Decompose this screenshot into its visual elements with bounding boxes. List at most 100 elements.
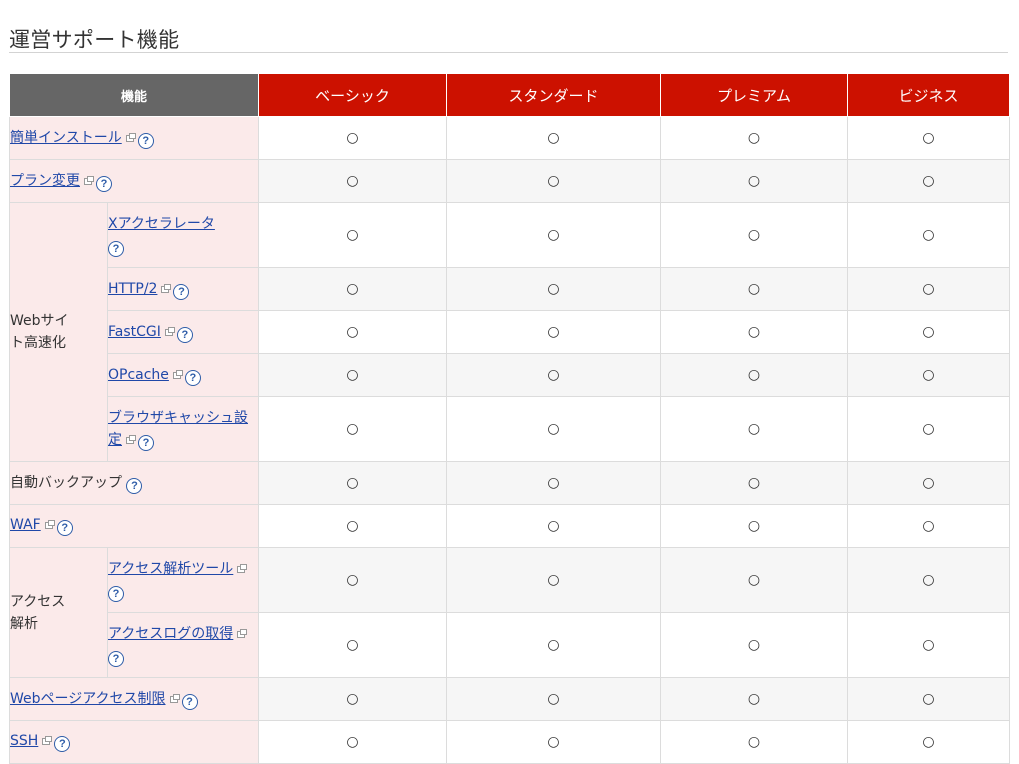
external-link-icon bbox=[42, 735, 53, 745]
availability-mark: ○ bbox=[446, 677, 662, 721]
availability-mark: ○ bbox=[847, 116, 1011, 160]
table-row: OPcache? ○ ○ ○ ○ bbox=[10, 353, 1011, 397]
column-header-premium: プレミアム bbox=[660, 73, 849, 117]
table-row: SSH? ○ ○ ○ ○ bbox=[8, 720, 1011, 764]
feature-link-access-analysis-tool[interactable]: アクセス解析ツール bbox=[108, 561, 233, 577]
feature-link-ssh[interactable]: SSH bbox=[10, 733, 38, 749]
feature-cell: プラン変更? bbox=[8, 159, 260, 203]
availability-mark: ○ bbox=[847, 202, 1011, 268]
table-row: Webサイト高速化 Xアクセラレータ? ○ ○ ○ ○ bbox=[9, 202, 1011, 462]
external-link-icon bbox=[44, 519, 55, 529]
availability-mark: ○ bbox=[660, 612, 849, 678]
availability-mark: ○ bbox=[258, 116, 448, 160]
availability-mark: ○ bbox=[446, 461, 662, 505]
availability-mark: ○ bbox=[660, 202, 849, 268]
table-row: Webページアクセス制限? ○ ○ ○ ○ bbox=[8, 677, 1011, 721]
availability-mark: ○ bbox=[258, 461, 448, 505]
column-header-standard: スタンダード bbox=[446, 73, 662, 117]
external-link-icon bbox=[161, 284, 172, 293]
availability-mark: ○ bbox=[446, 353, 662, 397]
availability-mark: ○ bbox=[847, 504, 1011, 548]
feature-cell: SSH? bbox=[8, 720, 260, 764]
feature-link-x-accelerator[interactable]: Xアクセラレータ bbox=[108, 216, 215, 232]
availability-mark: ○ bbox=[847, 267, 1011, 311]
availability-mark: ○ bbox=[660, 116, 849, 160]
availability-mark: ○ bbox=[258, 159, 448, 203]
external-link-icon bbox=[164, 327, 175, 336]
availability-mark: ○ bbox=[446, 202, 662, 268]
availability-mark: ○ bbox=[847, 461, 1011, 505]
feature-link-waf[interactable]: WAF bbox=[10, 517, 41, 533]
page-title: 運営サポート機能 bbox=[9, 28, 180, 53]
availability-mark: ○ bbox=[847, 547, 1011, 613]
feature-cell: 自動バックアップ ? bbox=[8, 461, 260, 505]
help-icon[interactable]: ? bbox=[184, 370, 201, 386]
feature-cell: 簡単インストール? bbox=[8, 116, 260, 160]
availability-mark: ○ bbox=[660, 396, 849, 462]
availability-mark: ○ bbox=[446, 612, 662, 678]
availability-mark: ○ bbox=[847, 353, 1011, 397]
availability-mark: ○ bbox=[660, 677, 849, 721]
availability-mark: ○ bbox=[446, 504, 662, 548]
help-icon[interactable]: ? bbox=[96, 176, 112, 192]
availability-mark: ○ bbox=[660, 267, 849, 311]
help-icon[interactable]: ? bbox=[54, 735, 71, 752]
table-row: アクセスログの取得? ○ ○ ○ ○ bbox=[10, 612, 1011, 678]
external-link-icon bbox=[172, 370, 183, 379]
feature-cell: ブラウザキャッシュ設定? bbox=[106, 396, 260, 462]
table-row: WAF? ○ ○ ○ ○ bbox=[8, 504, 1011, 548]
feature-link-fastcgi[interactable]: FastCGI bbox=[108, 324, 161, 340]
availability-mark: ○ bbox=[258, 353, 448, 397]
availability-mark: ○ bbox=[847, 159, 1011, 203]
header-row: 機能 ベーシック スタンダード プレミアム ビジネス bbox=[8, 73, 1011, 117]
availability-mark: ○ bbox=[660, 461, 849, 505]
feature-link-plan-change[interactable]: プラン変更 bbox=[10, 173, 80, 189]
feature-link-http2[interactable]: HTTP/2 bbox=[108, 281, 157, 297]
help-icon[interactable]: ? bbox=[181, 694, 198, 710]
plan-comparison-table: 機能 ベーシック スタンダード プレミアム ビジネス 簡単インストール? ○ ○… bbox=[8, 73, 1011, 764]
help-icon[interactable]: ? bbox=[138, 435, 154, 451]
feature-cell: FastCGI? bbox=[106, 310, 260, 354]
feature-cell: アクセス解析ツール? bbox=[106, 547, 260, 613]
table-row: 簡単インストール? ○ ○ ○ ○ bbox=[8, 116, 1011, 160]
help-icon[interactable]: ? bbox=[56, 519, 73, 536]
help-icon[interactable]: ? bbox=[176, 327, 193, 343]
feature-label-auto-backup: 自動バックアップ bbox=[10, 475, 122, 491]
feature-link-easy-install[interactable]: 簡単インストール bbox=[10, 130, 122, 146]
availability-mark: ○ bbox=[847, 396, 1011, 462]
group-label-web-speedup: Webサイト高速化 bbox=[9, 202, 108, 462]
feature-cell: HTTP/2? bbox=[106, 267, 260, 311]
feature-cell: WAF? bbox=[8, 504, 260, 548]
table-row: HTTP/2? ○ ○ ○ ○ bbox=[10, 267, 1011, 311]
availability-mark: ○ bbox=[258, 677, 448, 721]
feature-link-web-access-restriction[interactable]: Webページアクセス制限 bbox=[10, 691, 166, 707]
group-label-access-analysis: アクセス解析 bbox=[9, 547, 108, 678]
help-icon[interactable]: ? bbox=[108, 586, 124, 602]
help-icon[interactable]: ? bbox=[126, 478, 143, 494]
availability-mark: ○ bbox=[660, 504, 849, 548]
help-icon[interactable]: ? bbox=[108, 241, 124, 257]
availability-mark: ○ bbox=[660, 159, 849, 203]
feature-cell: Webページアクセス制限? bbox=[8, 677, 260, 721]
external-link-icon bbox=[125, 133, 136, 142]
external-link-icon bbox=[237, 564, 248, 573]
table-row: FastCGI? ○ ○ ○ ○ bbox=[10, 310, 1011, 354]
availability-mark: ○ bbox=[258, 504, 448, 548]
help-icon[interactable]: ? bbox=[173, 284, 190, 300]
feature-link-access-log[interactable]: アクセスログの取得 bbox=[108, 626, 233, 642]
feature-cell: Xアクセラレータ? bbox=[106, 202, 260, 268]
availability-mark: ○ bbox=[446, 267, 662, 311]
external-link-icon bbox=[169, 694, 180, 703]
feature-cell: アクセスログの取得? bbox=[106, 612, 260, 678]
availability-mark: ○ bbox=[258, 396, 448, 462]
column-header-business: ビジネス bbox=[847, 73, 1011, 117]
help-icon[interactable]: ? bbox=[137, 133, 154, 149]
group-label-text: Webサイト高速化 bbox=[10, 313, 69, 351]
feature-link-opcache[interactable]: OPcache bbox=[108, 367, 169, 383]
help-icon[interactable]: ? bbox=[108, 651, 124, 667]
table-row: プラン変更? ○ ○ ○ ○ bbox=[8, 159, 1011, 203]
availability-mark: ○ bbox=[446, 159, 662, 203]
availability-mark: ○ bbox=[446, 310, 662, 354]
table-row: ブラウザキャッシュ設定? ○ ○ ○ ○ bbox=[10, 396, 1011, 462]
availability-mark: ○ bbox=[847, 677, 1011, 721]
